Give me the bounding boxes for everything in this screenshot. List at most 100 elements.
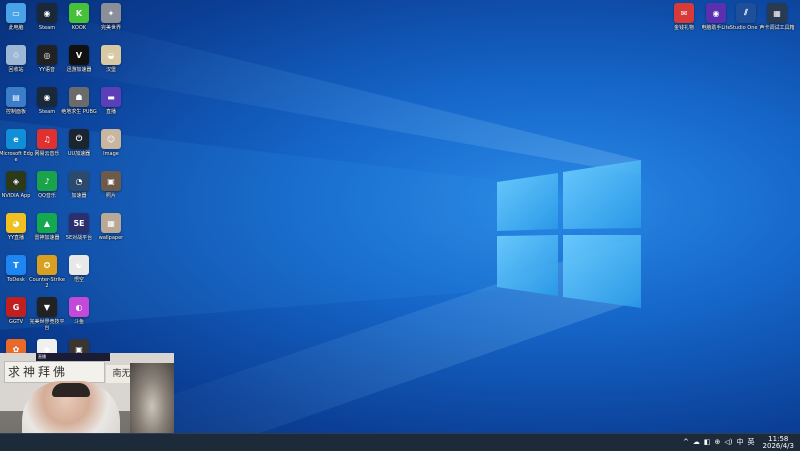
photo-icon: ▣ — [101, 171, 121, 191]
tray-app-icon[interactable]: ◧ — [704, 439, 711, 446]
shortcut-label: Counter-Strike 2 — [29, 277, 65, 289]
shortcut-label: 悟空 — [73, 277, 84, 283]
xunyou-icon: V — [69, 45, 89, 65]
tray-cloud-icon[interactable]: ☁ — [693, 439, 700, 446]
shortcut-label: Steam — [38, 25, 56, 31]
shortcut-label: wallpaper — [98, 235, 124, 241]
desktop-shortcut[interactable]: ◉ Steam — [31, 87, 63, 115]
desktop-shortcut[interactable]: ♪ QQ音乐 — [31, 171, 63, 199]
tray-ime-icon[interactable]: 中 — [737, 439, 744, 446]
edge-icon: e — [6, 129, 26, 149]
wukong-icon: ☯ — [69, 255, 89, 275]
desktop-shortcut[interactable]: ◈ NVIDIA App — [0, 171, 32, 199]
desktop-shortcut[interactable]: ♫ 网易云音乐 — [31, 129, 63, 157]
control-panel-icon: ▤ — [6, 87, 26, 107]
desktop-shortcut[interactable]: T ToDesk — [0, 255, 32, 283]
todesk-icon: T — [6, 255, 26, 275]
desktop-shortcut[interactable]: ◕ YY直播 — [0, 213, 32, 241]
system-tray: ^ ☁ ◧ ⊕ ◁) 中 英 11:58 2026/4/3 — [683, 434, 794, 451]
shortcut-label: KOOK — [71, 25, 87, 31]
desktop-shortcut[interactable]: ♲ 回收站 — [0, 45, 32, 73]
shortcut-label: YY语音 — [38, 67, 56, 73]
desktop-shortcut[interactable]: ◐ 斗鱼 — [63, 297, 95, 325]
5e-icon: 5E — [69, 213, 89, 233]
clock[interactable]: 11:58 2026/4/3 — [762, 435, 794, 450]
desktop-shortcut[interactable]: ▼ 完美世界竞技平台 — [29, 297, 65, 331]
shortcut-label: 绝地求生 PUBG — [61, 109, 97, 115]
shortcut-label: 照片 — [105, 193, 116, 199]
steam-icon: ◉ — [37, 3, 57, 23]
desktop-shortcut[interactable]: ☯ 悟空 — [63, 255, 95, 283]
live-icon: ▬ — [101, 87, 121, 107]
shortcut-label: 完美世界竞技平台 — [29, 319, 65, 331]
streamer-hair — [52, 383, 90, 397]
this-pc-icon: ▭ — [6, 3, 26, 23]
desktop-shortcut[interactable]: ▣ 照片 — [95, 171, 127, 199]
nvidia-icon: ◈ — [6, 171, 26, 191]
shortcut-label: 加速器 — [71, 193, 87, 199]
desktop-shortcut[interactable]: ✉ 金钱礼物 — [668, 3, 700, 31]
desktop-shortcut[interactable]: 5E 5E对战平台 — [63, 213, 95, 241]
desktop-shortcut[interactable]: ✪ Counter-Strike 2 — [29, 255, 65, 289]
tray-volume-icon[interactable]: ◁) — [724, 439, 732, 446]
shortcut-label: Steam — [38, 109, 56, 115]
qq-music-icon: ♪ — [37, 171, 57, 191]
desktop-shortcut[interactable]: ▤ 控制面板 — [0, 87, 32, 115]
cs2-icon: ✪ — [37, 255, 57, 275]
perfect-arena-icon: ▼ — [37, 297, 57, 317]
burger-icon: ◒ — [101, 45, 121, 65]
desktop-shortcut[interactable]: ▬ 直播 — [95, 87, 127, 115]
tray-network-icon[interactable]: ⊕ — [715, 439, 721, 446]
shortcut-label: 汉堡 — [105, 67, 116, 73]
desktop-shortcut[interactable]: ▦ wallpaper — [95, 213, 127, 241]
kook-icon: K — [69, 3, 89, 23]
shortcut-label: 5E对战平台 — [65, 235, 93, 241]
desktop-shortcut[interactable]: ◎ YY语音 — [31, 45, 63, 73]
webcam-banner: 求神拜佛 — [4, 361, 105, 383]
desktop-shortcut[interactable]: V 迅游加速器 — [63, 45, 95, 73]
yy-live-icon: ◕ — [6, 213, 26, 233]
tray-lang-icon[interactable]: 英 — [748, 439, 755, 446]
assistant-icon: ◉ — [706, 3, 726, 23]
desktop-shortcut[interactable]: e Microsoft Edge — [0, 129, 33, 163]
desktop-shortcut[interactable]: ▦ 声卡调试工具箱 — [759, 3, 795, 31]
speedometer-icon: ◔ — [69, 171, 89, 191]
douyu-icon: ◐ — [69, 297, 89, 317]
desktop-shortcut[interactable]: ◒ 汉堡 — [95, 45, 127, 73]
wallpaper-icon: ▦ — [101, 213, 121, 233]
studio-one-icon: ⫽ — [736, 3, 756, 23]
shortcut-label: 雷神加速器 — [34, 235, 60, 241]
shortcut-label: 声卡调试工具箱 — [759, 25, 795, 31]
shortcut-label: UU加速器 — [67, 151, 91, 157]
shortcut-label: 网易云音乐 — [34, 151, 60, 157]
desktop-shortcut[interactable]: ☺ Image — [95, 129, 127, 157]
desktop-shortcut[interactable]: ⏻ UU加速器 — [63, 129, 95, 157]
shortcut-label: 完美世界 — [100, 25, 121, 31]
steam-icon-2: ◉ — [37, 87, 57, 107]
clock-date: 2026/4/3 — [762, 441, 794, 450]
gift-icon: ✉ — [674, 3, 694, 23]
desktop-shortcut[interactable]: G GGTV — [0, 297, 32, 325]
desktop-shortcut[interactable]: K KOOK — [63, 3, 95, 31]
desktop-shortcut[interactable]: ☗ 绝地求生 PUBG — [61, 87, 97, 115]
shortcut-label: Image — [103, 151, 119, 157]
webcam-topbar: 直播 — [36, 353, 110, 361]
desktop-shortcut[interactable]: ◉ Steam — [31, 3, 63, 31]
shortcut-label: 迅游加速器 — [66, 67, 92, 73]
taskbar: ^ ☁ ◧ ⊕ ◁) 中 英 11:58 2026/4/3 — [0, 433, 800, 451]
desktop-shortcut[interactable]: ✦ 完美世界 — [95, 3, 127, 31]
ggtv-icon: G — [6, 297, 26, 317]
desktop-shortcut[interactable]: ▭ 此电脑 — [0, 3, 32, 31]
desktop-shortcut[interactable]: ▲ 雷神加速器 — [31, 213, 63, 241]
yy-icon: ◎ — [37, 45, 57, 65]
shortcut-label: 斗鱼 — [73, 319, 84, 325]
pubg-icon: ☗ — [69, 87, 89, 107]
desktop-shortcut[interactable]: ◔ 加速器 — [63, 171, 95, 199]
shortcut-label: 金钱礼物 — [673, 25, 694, 31]
shortcut-label: 直播 — [105, 109, 116, 115]
desktop-shortcut[interactable]: ⫽ Studio One 7 — [730, 3, 762, 31]
recycle-bin-icon: ♲ — [6, 45, 26, 65]
perfect-world-icon: ✦ — [101, 3, 121, 23]
tray-chevron-icon[interactable]: ^ — [683, 439, 689, 446]
image-icon: ☺ — [101, 129, 121, 149]
